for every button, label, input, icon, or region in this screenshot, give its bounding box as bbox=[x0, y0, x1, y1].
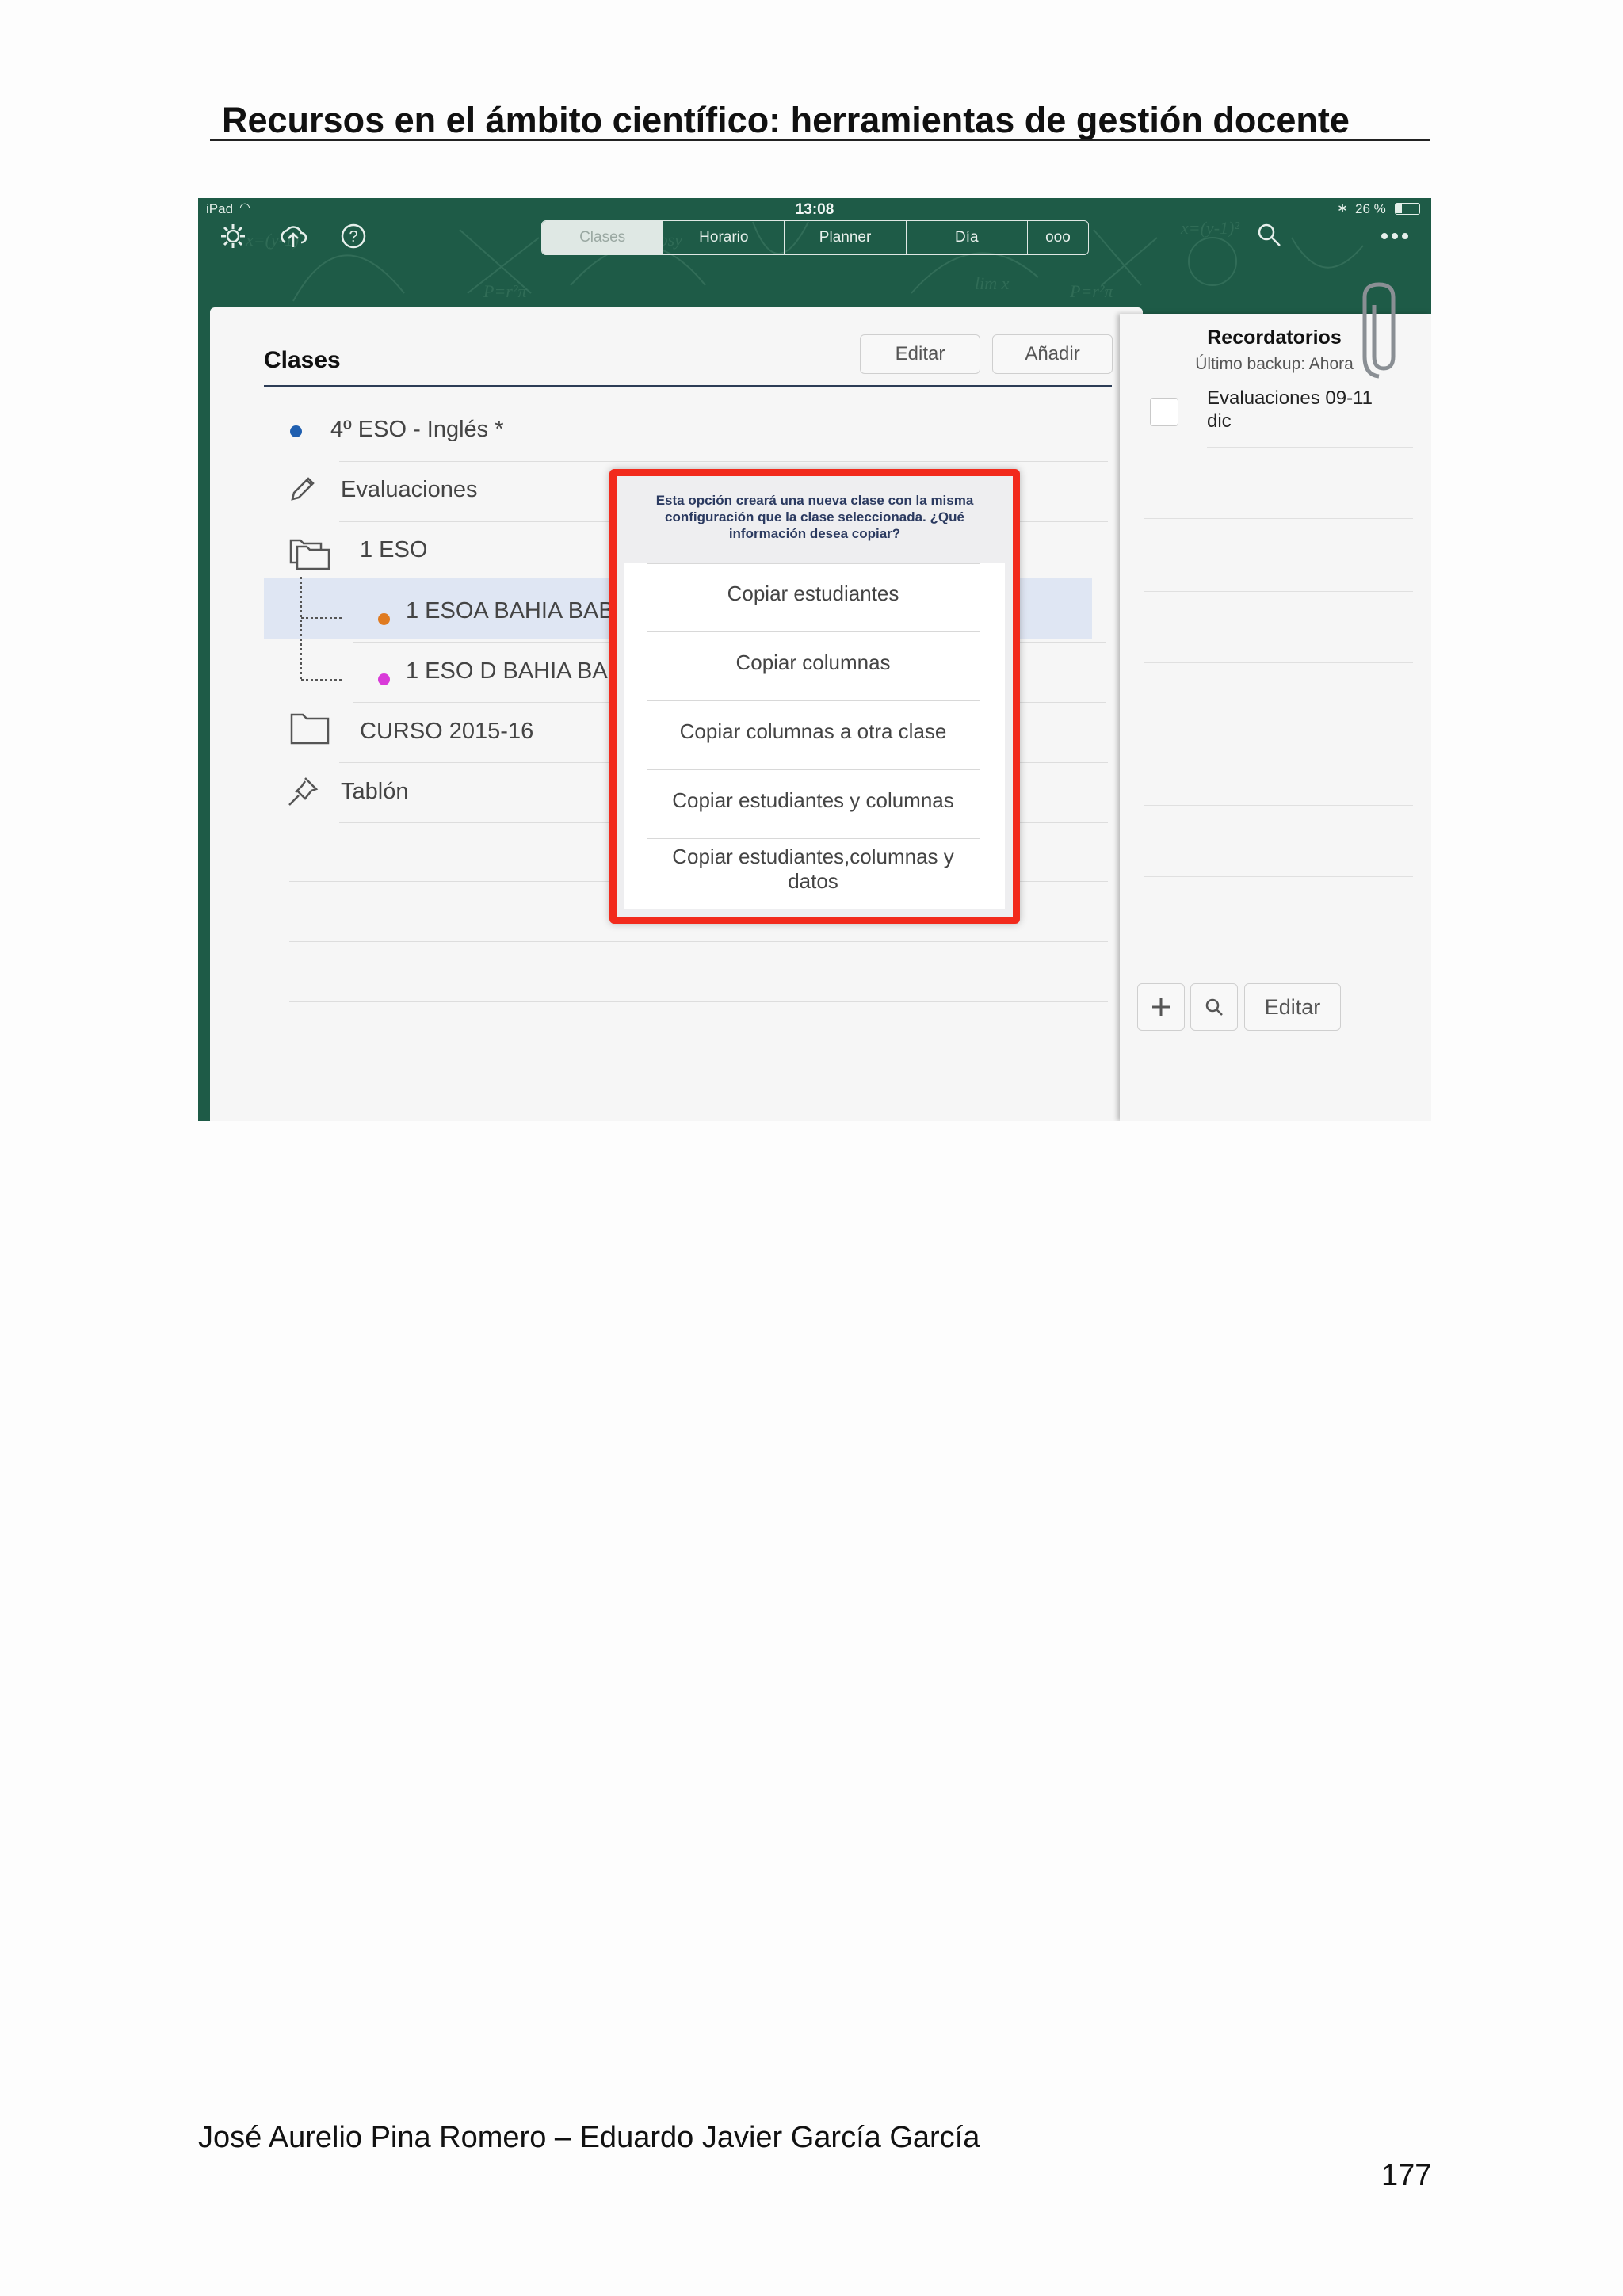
status-time: 13:08 bbox=[795, 201, 834, 218]
document-title: Recursos en el ámbito científico: herram… bbox=[222, 100, 1350, 140]
tab-more[interactable]: ooo bbox=[1028, 221, 1088, 254]
option-divider bbox=[647, 769, 980, 770]
tab-clases[interactable]: Clases bbox=[542, 221, 664, 254]
reminders-panel: Recordatorios Último backup: Ahora Evalu… bbox=[1120, 314, 1431, 1121]
dialog-message: Esta opción creará una nueva clase con l… bbox=[655, 493, 974, 541]
gear-icon[interactable] bbox=[219, 222, 247, 250]
option-copy-students[interactable]: Copiar estudiantes bbox=[639, 582, 987, 606]
folder-icon bbox=[290, 713, 330, 745]
footer-authors: José Aurelio Pina Romero – Eduardo Javie… bbox=[198, 2121, 980, 2154]
class-color-dot bbox=[378, 613, 390, 625]
page-number: 177 bbox=[1381, 2159, 1432, 2192]
folder-curso-2015-16[interactable]: CURSO 2015-16 bbox=[360, 719, 533, 745]
tree-connector bbox=[300, 577, 342, 681]
svg-text:?: ? bbox=[349, 228, 357, 246]
option-divider bbox=[647, 631, 980, 632]
svg-text:P=r²π: P=r²π bbox=[1069, 281, 1113, 301]
class-color-dot bbox=[378, 673, 390, 685]
tab-horario[interactable]: Horario bbox=[663, 221, 785, 254]
row-divider bbox=[289, 1001, 1108, 1002]
option-divider bbox=[647, 563, 980, 564]
add-button[interactable]: Añadir bbox=[992, 334, 1113, 374]
folders-icon bbox=[289, 539, 330, 570]
main-tabs: Clases Horario Planner Día ooo bbox=[541, 220, 1089, 255]
search-reminder-button[interactable] bbox=[1190, 983, 1238, 1031]
item-evaluaciones[interactable]: Evaluaciones bbox=[341, 477, 478, 503]
pencil-icon bbox=[291, 477, 315, 501]
paperclip-icon bbox=[1362, 282, 1396, 379]
option-copy-columns-other-class[interactable]: Copiar columnas a otra clase bbox=[639, 719, 987, 744]
class-item-1-esoa[interactable]: 1 ESOA BAHIA BABEL bbox=[406, 598, 642, 624]
option-copy-students-columns-data[interactable]: Copiar estudiantes,columnas y datos bbox=[670, 845, 956, 894]
title-underline bbox=[210, 139, 1430, 141]
search-icon bbox=[1205, 998, 1223, 1016]
row-divider bbox=[1144, 805, 1413, 806]
plus-icon bbox=[1152, 998, 1170, 1016]
option-divider bbox=[647, 700, 980, 701]
search-icon[interactable] bbox=[1256, 222, 1283, 249]
copy-options-dialog: Esta opción creará una nueva clase con l… bbox=[609, 469, 1020, 924]
class-color-dot bbox=[290, 425, 302, 437]
bluetooth-icon: ∗ bbox=[1337, 200, 1349, 215]
row-divider bbox=[1144, 662, 1413, 663]
app-screenshot: x=(y-1) ʃ cosy lim x x=(y-1)² P=r²π P=r²… bbox=[198, 198, 1431, 1121]
add-reminder-button[interactable] bbox=[1137, 983, 1185, 1031]
battery-icon bbox=[1395, 203, 1420, 215]
svg-text:x=(y-1)²: x=(y-1)² bbox=[1180, 218, 1239, 238]
item-tablon[interactable]: Tablón bbox=[341, 779, 408, 805]
classes-title: Clases bbox=[264, 347, 341, 373]
edit-reminders-button[interactable]: Editar bbox=[1244, 983, 1341, 1031]
row-divider bbox=[1207, 447, 1413, 448]
help-icon[interactable]: ? bbox=[339, 222, 368, 250]
option-divider bbox=[647, 838, 980, 839]
row-divider bbox=[1144, 876, 1413, 877]
edit-button[interactable]: Editar bbox=[860, 334, 980, 374]
reminder-checkbox[interactable] bbox=[1150, 398, 1178, 426]
svg-text:lim x: lim x bbox=[975, 273, 1010, 293]
pin-icon bbox=[288, 777, 319, 806]
reminder-item[interactable]: Evaluaciones 09-11 dic bbox=[1207, 387, 1397, 433]
option-copy-students-columns[interactable]: Copiar estudiantes y columnas bbox=[639, 788, 987, 813]
tab-planner[interactable]: Planner bbox=[785, 221, 907, 254]
battery-percent: 26 % bbox=[1355, 201, 1386, 216]
row-divider bbox=[339, 461, 1108, 462]
class-item-4eso-ingles[interactable]: 4º ESO - Inglés * bbox=[330, 417, 504, 443]
tab-dia[interactable]: Día bbox=[907, 221, 1028, 254]
folder-1-eso[interactable]: 1 ESO bbox=[360, 537, 427, 563]
cloud-upload-icon[interactable] bbox=[277, 222, 309, 250]
header-divider bbox=[264, 385, 1112, 387]
option-copy-columns[interactable]: Copiar columnas bbox=[639, 650, 987, 675]
row-divider bbox=[1144, 591, 1413, 592]
row-divider bbox=[289, 941, 1108, 942]
more-icon[interactable] bbox=[1381, 231, 1409, 241]
row-divider bbox=[1144, 518, 1413, 519]
svg-text:P=r²π: P=r²π bbox=[483, 281, 527, 301]
